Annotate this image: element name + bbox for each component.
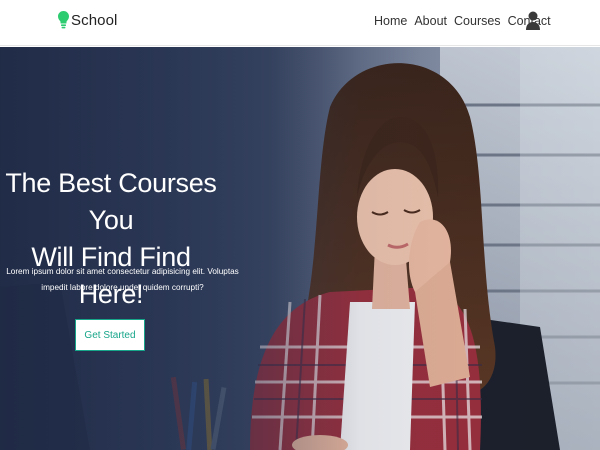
user-icon[interactable] bbox=[526, 11, 540, 31]
get-started-button[interactable]: Get Started bbox=[75, 319, 145, 351]
hero-description: Lorem ipsum dolor sit amet consectetur a… bbox=[0, 264, 245, 296]
navbar: School Home About Courses Contact bbox=[0, 0, 600, 46]
brand-name: School bbox=[71, 11, 118, 29]
hero-title-line1: The Best Courses You bbox=[5, 168, 217, 235]
hero-description-line1: Lorem ipsum dolor sit amet consectetur a… bbox=[6, 267, 239, 276]
hero-section: The Best Courses You Will Find Find Here… bbox=[0, 47, 600, 450]
lightbulb-icon bbox=[58, 11, 69, 29]
brand-logo[interactable]: School bbox=[58, 11, 117, 29]
nav-link-about[interactable]: About bbox=[414, 14, 447, 28]
nav-link-home[interactable]: Home bbox=[374, 14, 407, 28]
hero-description-line2: impedit labore dolore unde, quidem corru… bbox=[41, 283, 204, 292]
nav-menu: Home About Courses Contact bbox=[374, 14, 551, 28]
nav-link-courses[interactable]: Courses bbox=[454, 14, 501, 28]
